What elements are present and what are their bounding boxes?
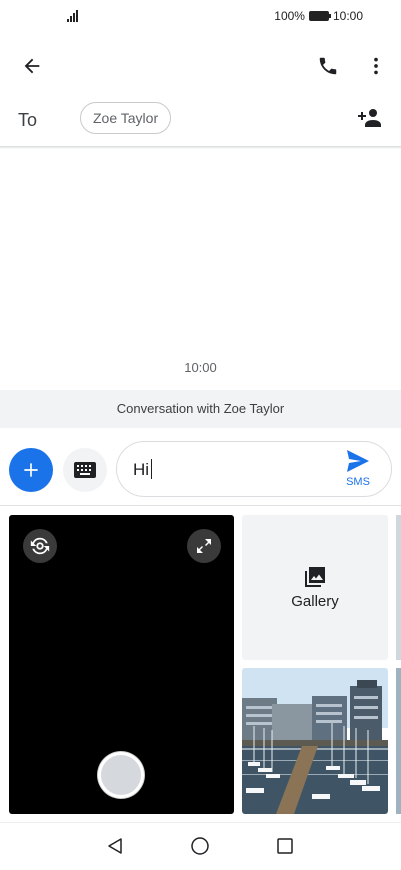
- battery-percent: 100%: [274, 9, 305, 23]
- plus-icon[interactable]: [9, 448, 53, 492]
- camera-preview[interactable]: [9, 515, 234, 814]
- nav-recents-icon[interactable]: [272, 833, 298, 859]
- to-label: To: [18, 110, 38, 130]
- compose-row: Hi SMS: [0, 438, 401, 498]
- next-photo-peek: [396, 668, 401, 814]
- fullscreen-icon[interactable]: [187, 529, 221, 563]
- message-text[interactable]: Hi: [133, 459, 153, 480]
- nav-home-icon[interactable]: [187, 833, 213, 859]
- gallery-icon: [305, 567, 325, 587]
- next-tile-peek: [396, 515, 401, 660]
- signal-icon: [67, 8, 83, 22]
- status-right: 100% 10:00: [274, 9, 363, 23]
- add-contact-icon[interactable]: [352, 102, 388, 134]
- send-button[interactable]: SMS: [343, 450, 373, 490]
- back-arrow-icon[interactable]: [14, 48, 50, 84]
- nav-back-icon[interactable]: [102, 833, 128, 859]
- message-timestamp: 10:00: [184, 360, 217, 375]
- status-bar: 100% 10:00: [0, 0, 401, 32]
- app-bar: [0, 40, 401, 84]
- send-icon: [347, 450, 369, 472]
- shutter-button[interactable]: [98, 752, 144, 798]
- message-input[interactable]: Hi SMS: [116, 441, 392, 497]
- photo-thumbnail[interactable]: [242, 668, 388, 814]
- recipient-chip[interactable]: Zoe Taylor: [80, 102, 172, 134]
- keyboard-icon[interactable]: [63, 448, 107, 492]
- gallery-label: Gallery: [291, 593, 339, 610]
- recipient-row: To Zoe Taylor: [0, 98, 401, 144]
- phone-icon[interactable]: [310, 48, 346, 84]
- battery-icon: [308, 11, 331, 21]
- camera-switch-icon[interactable]: [23, 529, 57, 563]
- send-type-label: SMS: [346, 476, 370, 488]
- system-nav-bar: [0, 822, 401, 870]
- conversation-banner: Conversation with Zoe Taylor: [0, 390, 401, 428]
- more-vert-icon[interactable]: [358, 48, 394, 84]
- clock: 10:00: [332, 9, 363, 23]
- compose-divider: [0, 505, 401, 506]
- recipient-divider: [0, 146, 401, 149]
- gallery-tile[interactable]: Gallery: [242, 515, 388, 660]
